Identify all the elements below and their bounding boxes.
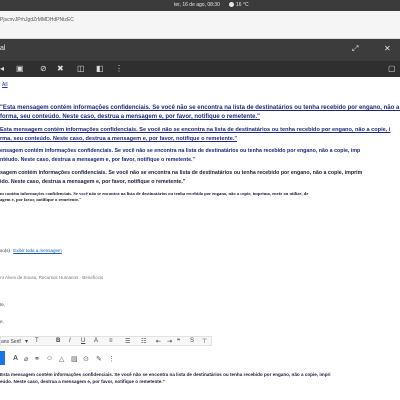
send-button[interactable] [0,351,5,365]
more-options-icon[interactable]: ⋮ [115,64,123,73]
disclaimer-line: "Esta mensagem contém informações confid… [0,105,400,111]
weather-indicator[interactable]: 16 °C [229,2,249,8]
signature-line: ro Alves de Sousa, Recursos Humanos - Be… [0,275,104,280]
move-to-icon[interactable]: ◫ [77,64,85,73]
close-icon[interactable]: ✕ [384,44,391,53]
formatting-toolbar: ans Serif ▾ T B I U A ≡ ☰ ☷ ⇤ ⇥ ❞ S ⊤ [0,336,212,346]
disclaimer-line: rma, seu conteúdo. Neste caso, destrua a… [0,136,238,142]
settings-icon[interactable]: ▢ [388,64,396,73]
disclaimer-line: forma, seu conteúdo. Neste caso, destrua… [0,114,260,120]
disclaimer-line: ntéudo. Neste caso, destrua a mensagem e… [0,157,196,163]
disclaimer-paragraph-2: Esta mensagem contém informações confide… [0,126,400,144]
insert-link-icon[interactable]: ⚭ [34,355,40,363]
weather-icon [229,2,234,8]
disclaimer-line: ido. Neste caso, destrua a mensagem e, p… [0,179,186,185]
body-text-line: e, [0,319,4,324]
body-text-line: te, [0,302,6,307]
app-header: al ⤢ ✕ [0,39,400,61]
quote-icon[interactable]: ❞ [177,338,180,345]
disclaimer-line: agem e, por favor, notifique o remetente… [0,197,82,202]
show-all-link[interactable]: All [2,82,8,88]
text-size-icon[interactable]: T [35,338,39,344]
expand-icon[interactable]: ⤢ [352,44,358,54]
url-text[interactable]: PjscnvJPrhJgdZrMMDHdPNtzEC [0,17,74,23]
formatting-options-icon[interactable]: A [13,355,18,362]
view-entire-message-link[interactable]: Exibir toda a mensagem [13,248,62,253]
compose-line: Esta mensagem contém informações confide… [0,372,331,377]
back-icon[interactable]: ◂ [0,64,4,73]
disclaimer-paragraph-3: ensagem contém informações confidenciais… [0,147,400,165]
browser-url-bar: PjscnvJPrhJgdZrMMDHdPNtzEC [0,11,400,39]
emoji-icon[interactable]: ☺ [46,355,53,362]
bulleted-list-icon[interactable]: ☷ [141,338,146,345]
drive-icon[interactable]: △ [59,355,64,363]
italic-icon[interactable]: I [69,338,71,344]
clipped-message-row: xo(s) Exibir toda a mensagem [0,248,62,253]
attachment-prefix: xo(s) [0,248,10,253]
archive-icon[interactable]: ▣ [16,64,24,73]
message-body: All "Esta mensagem contém informações co… [0,77,400,400]
align-icon[interactable]: ≡ [109,338,113,344]
disclaimer-line: Esta mensagem contém informações confide… [0,127,391,133]
indent-less-icon[interactable]: ⇤ [156,338,161,345]
bold-icon[interactable]: B [56,338,60,344]
clock[interactable]: ter, 16 de ago, 08:30 [174,2,220,8]
label-icon[interactable]: ◧ [96,64,104,73]
strikethrough-icon[interactable]: S [190,338,194,344]
message-toolbar: ◂ ▣ ⊘ ✖ ◫ ◧ ⋮ ▢ [0,61,400,77]
indent-more-icon[interactable]: ⇥ [167,338,172,345]
system-top-bar: ter, 16 de ago, 08:30 16 °C [0,0,400,11]
report-spam-icon[interactable]: ⊘ [40,64,47,73]
remove-formatting-icon[interactable]: ⊤ [202,338,207,345]
compose-line: eúdo. Neste caso, destrua a mensagem e, … [0,379,165,384]
insert-photo-icon[interactable]: ▨ [71,355,78,363]
disclaimer-line: sagem contém informações confidenciais. … [0,170,363,176]
disclaimer-paragraph-1: "Esta mensagem contém informações confid… [0,104,400,122]
underline-icon[interactable]: U [81,338,85,344]
app-title: al [0,45,6,52]
weather-text: 16 °C [236,2,249,8]
compose-body-text[interactable]: Esta mensagem contém informações confide… [0,371,331,385]
font-dropdown-icon[interactable]: ▾ [25,338,28,345]
delete-icon[interactable]: ✖ [57,64,64,73]
signature-icon[interactable]: ✎ [96,355,102,363]
text-color-icon[interactable]: A [94,338,98,344]
font-family-select[interactable]: ans Serif [1,339,21,345]
numbered-list-icon[interactable]: ☰ [125,338,130,345]
attach-file-icon[interactable]: ⌀ [24,355,28,363]
disclaimer-paragraph-5: m contém informações confidenciais. Se v… [0,191,400,203]
confidential-mode-icon[interactable]: ⊙ [83,355,89,363]
more-compose-options-icon[interactable]: ⋮ [108,355,115,363]
disclaimer-line: ensagem contém informações confidenciais… [0,148,361,154]
disclaimer-paragraph-4: sagem contém informações confidenciais. … [0,169,400,187]
